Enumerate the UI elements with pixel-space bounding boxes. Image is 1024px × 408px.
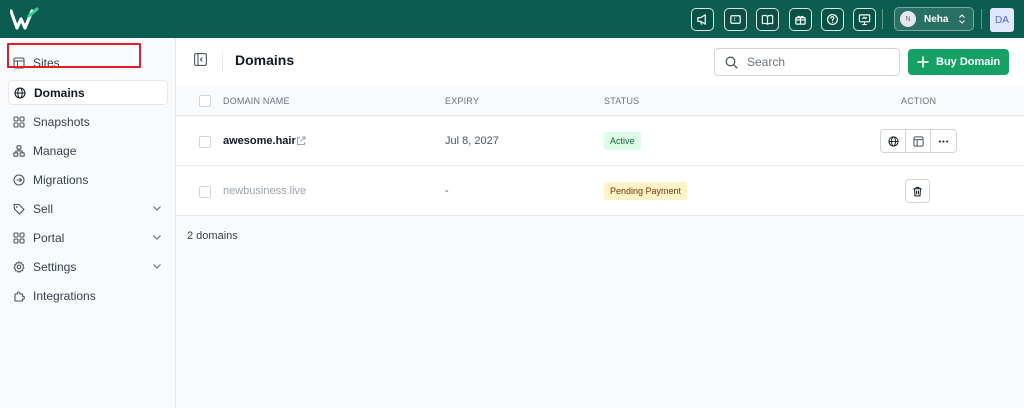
buy-domain-label: Buy Domain (936, 56, 1001, 68)
table-header: DOMAIN NAME EXPIRY STATUS ACTION (176, 86, 1024, 116)
gear-icon (13, 260, 25, 273)
ticket-icon[interactable] (724, 8, 747, 31)
gift-icon[interactable] (789, 8, 812, 31)
user-switcher[interactable]: N Neha (894, 7, 974, 31)
expiry-date: - (445, 185, 449, 197)
globe-icon (887, 135, 899, 147)
account-avatar[interactable]: DA (990, 8, 1014, 32)
column-header-domain[interactable]: DOMAIN NAME (223, 96, 290, 106)
user-name: Neha (924, 13, 949, 25)
row-actions (880, 129, 957, 153)
sidebar-item-label: Sell (33, 201, 54, 216)
column-header-status[interactable]: STATUS (604, 96, 639, 106)
page-title: Domains (235, 52, 295, 68)
sidebar-item-settings[interactable]: Settings (8, 254, 168, 279)
sidebar-item-snapshots[interactable]: Snapshots (8, 109, 168, 134)
layout-icon (912, 135, 924, 147)
sidebar-item-label: Integrations (33, 288, 96, 303)
delete-button[interactable] (905, 179, 930, 203)
column-header-action: ACTION (901, 96, 937, 106)
panel-toggle-icon[interactable] (194, 53, 207, 66)
header-divider (222, 52, 223, 70)
sidebar-item-label: Snapshots (33, 114, 90, 129)
nodes-icon (13, 144, 25, 157)
help-icon[interactable] (821, 8, 844, 31)
table-row[interactable]: newbusiness.live - Pending Payment (176, 167, 1024, 216)
domain-name[interactable]: awesome.hair (223, 135, 296, 147)
chevron-up-down-icon (959, 14, 965, 24)
grid-icon (13, 115, 25, 128)
domain-name[interactable]: newbusiness.live (223, 185, 306, 197)
search-field[interactable] (714, 48, 900, 76)
topbar-divider (882, 9, 883, 29)
column-header-expiry[interactable]: EXPIRY (445, 96, 479, 106)
puzzle-icon (13, 290, 25, 302)
sidebar-item-sell[interactable]: Sell (8, 196, 168, 221)
external-link-icon[interactable] (296, 136, 306, 146)
more-options-button[interactable] (931, 130, 956, 152)
sidebar-item-manage[interactable]: Manage (8, 138, 168, 163)
manage-dns-button[interactable] (881, 130, 906, 152)
book-icon[interactable] (756, 8, 779, 31)
page-header: Domains Buy Domain (176, 38, 1024, 86)
connect-site-button[interactable] (906, 130, 931, 152)
megaphone-icon[interactable] (691, 8, 714, 31)
trash-icon (913, 186, 922, 196)
buy-domain-button[interactable]: Buy Domain (908, 49, 1009, 75)
main-content: Domains Buy Domain DOMAIN NAME EXPIRY ST… (176, 38, 1024, 408)
w-logo-icon[interactable] (10, 7, 40, 31)
domains-highlight-box (7, 43, 141, 68)
search-input[interactable] (747, 55, 887, 69)
globe-icon (14, 86, 26, 99)
sidebar-item-label: Migrations (33, 172, 89, 187)
arrow-circle-icon (13, 173, 25, 186)
chevron-down-icon[interactable] (152, 262, 162, 270)
chevron-down-icon[interactable] (152, 233, 162, 241)
sidebar-item-label: Domains (34, 85, 85, 100)
status-badge: Active (604, 132, 641, 150)
sidebar-item-label: Settings (33, 259, 77, 274)
search-icon (725, 56, 738, 69)
select-all-checkbox[interactable] (199, 95, 211, 107)
row-checkbox[interactable] (199, 186, 211, 198)
sidebar-item-portal[interactable]: Portal (8, 225, 168, 250)
sidebar-item-migrations[interactable]: Migrations (8, 167, 168, 192)
sidebar-item-domains[interactable]: Domains (8, 80, 168, 105)
domain-count: 2 domains (187, 230, 238, 242)
row-checkbox[interactable] (199, 136, 211, 148)
expiry-date: Jul 8, 2027 (445, 135, 499, 147)
tag-icon (13, 203, 25, 215)
top-bar: N Neha DA (0, 0, 1024, 38)
table-row[interactable]: awesome.hair Jul 8, 2027 Active (176, 117, 1024, 166)
sidebar-item-label: Portal (33, 230, 65, 245)
presentation-icon[interactable] (853, 8, 876, 31)
more-icon (938, 139, 949, 143)
chevron-down-icon[interactable] (152, 204, 162, 212)
plus-icon (917, 56, 929, 68)
sidebar-item-integrations[interactable]: Integrations (8, 283, 168, 308)
topbar-divider (981, 9, 982, 29)
grid-icon (13, 231, 25, 244)
status-badge: Pending Payment (604, 182, 688, 200)
sidebar: Sites Domains Snapshots Manage Migration… (0, 38, 176, 408)
user-avatar: N (900, 11, 916, 27)
sidebar-item-label: Manage (33, 143, 77, 158)
